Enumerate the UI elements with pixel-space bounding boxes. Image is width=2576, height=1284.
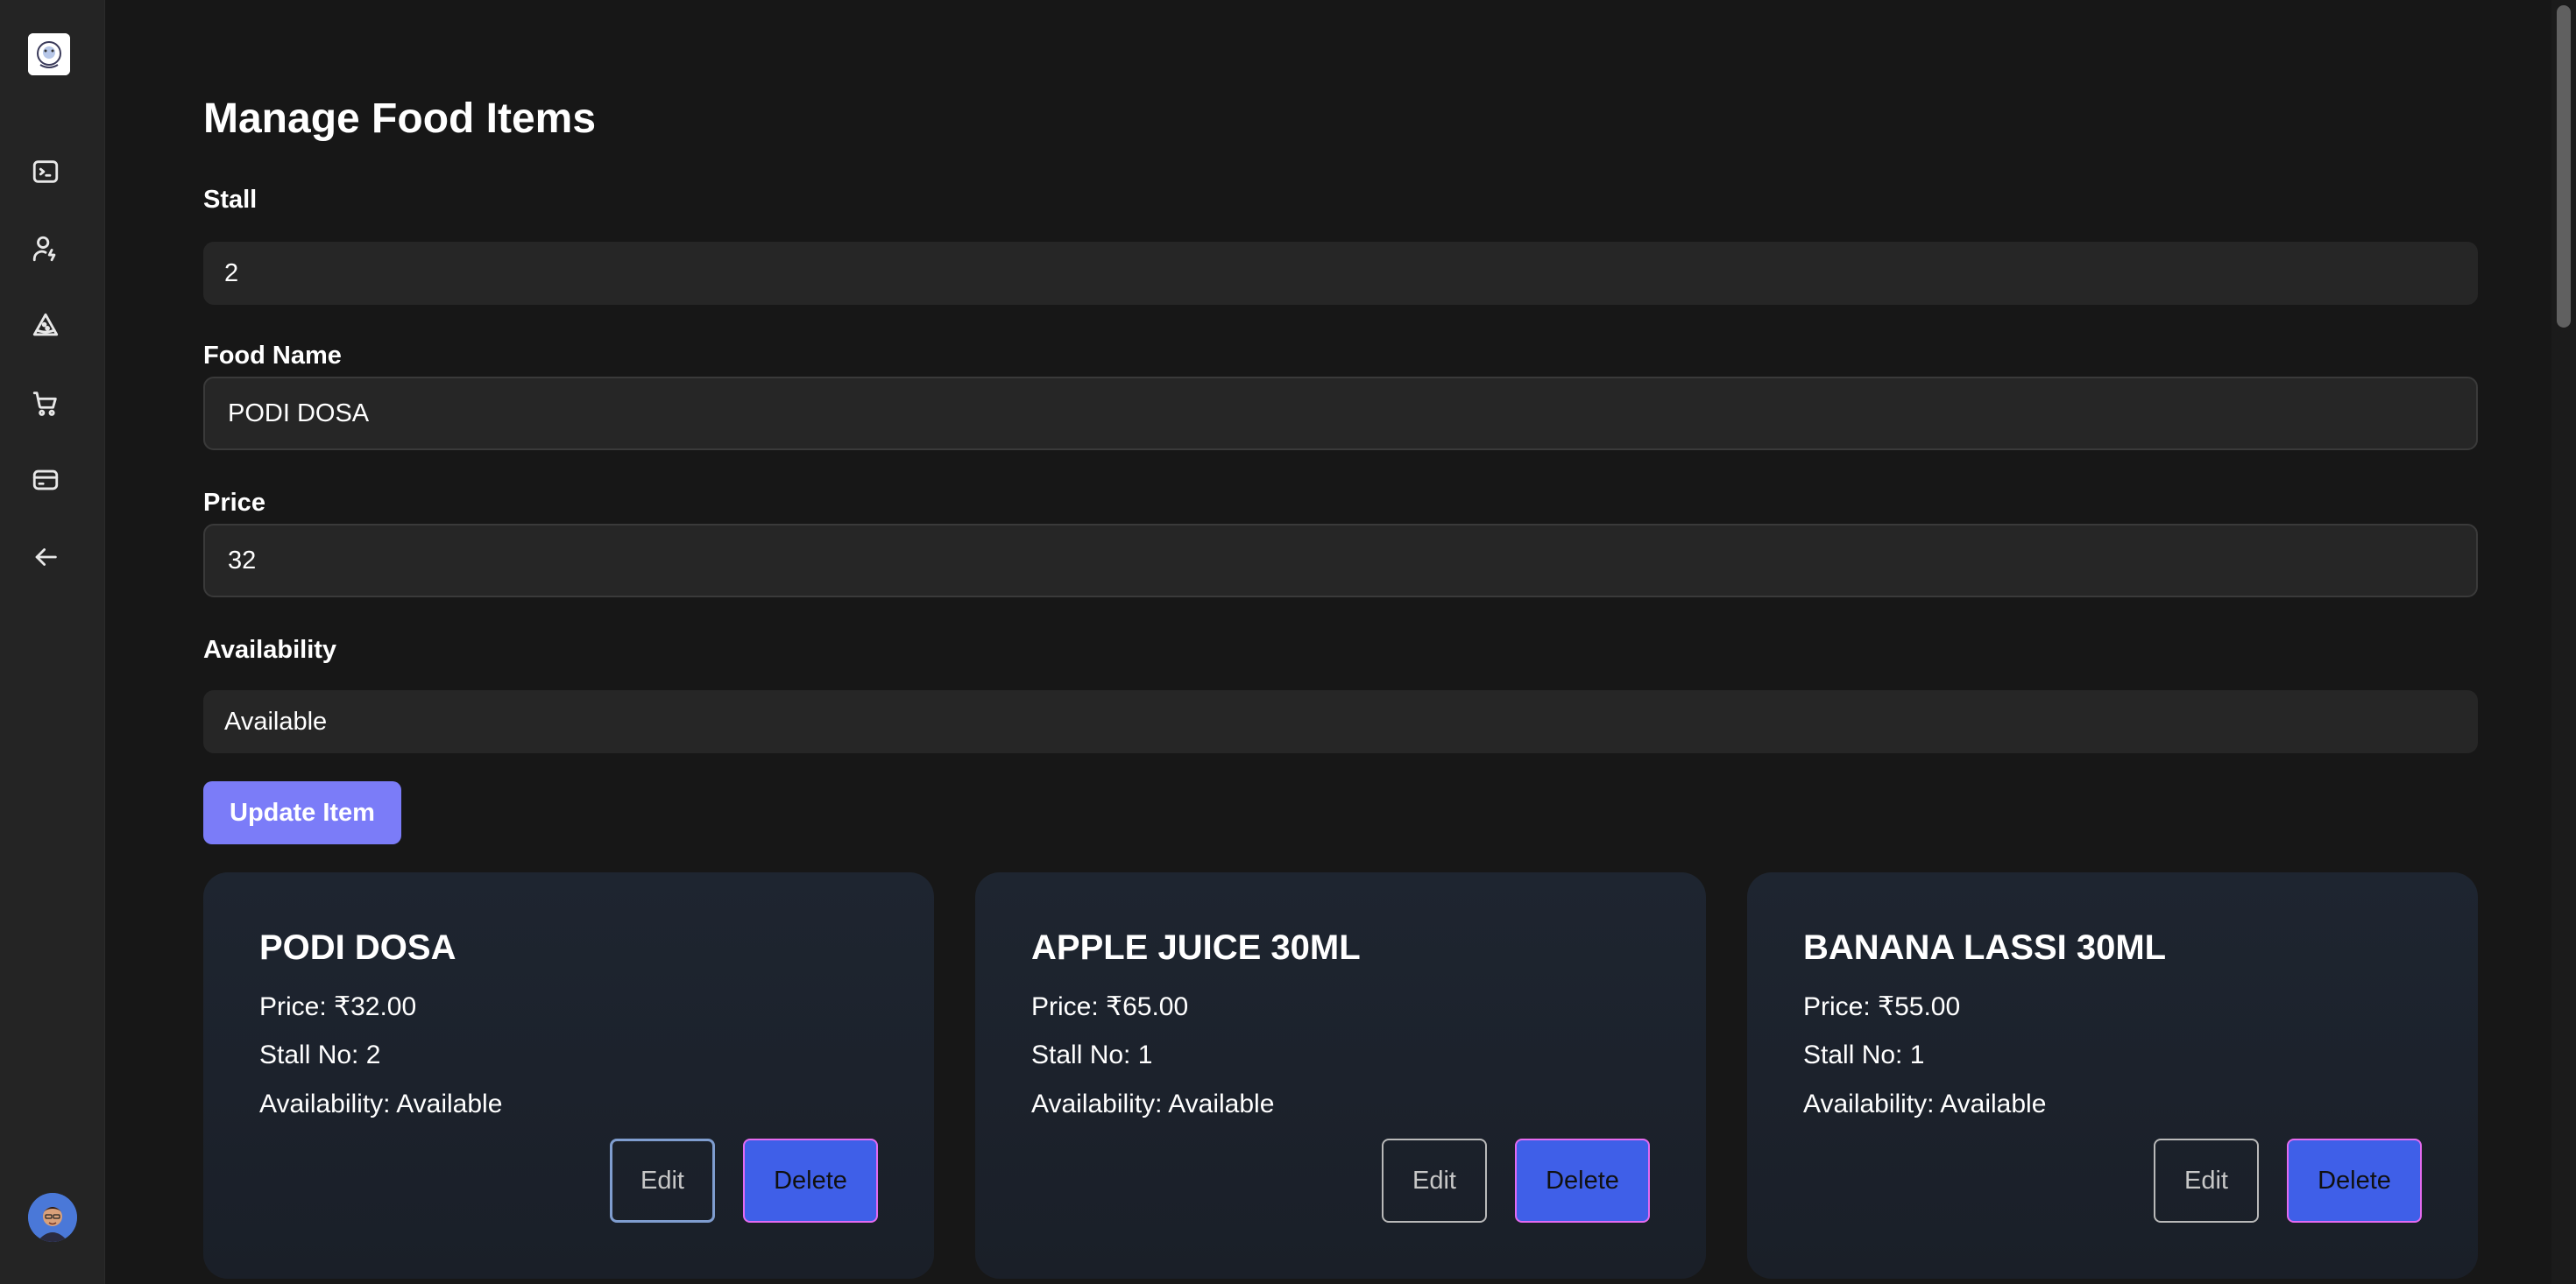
pizza-slice-icon	[32, 313, 59, 336]
delete-button[interactable]: Delete	[2287, 1139, 2422, 1223]
food-card-availability: Availability: Available	[1803, 1090, 2047, 1118]
edit-button[interactable]: Edit	[610, 1139, 715, 1223]
sidebar-item-users[interactable]	[26, 229, 65, 268]
food-name-label: Food Name	[203, 342, 342, 370]
app-logo[interactable]	[28, 33, 70, 75]
food-card-price: Price: ₹65.00	[1031, 992, 1189, 1021]
page-title: Manage Food Items	[203, 95, 597, 142]
cart-icon	[32, 392, 57, 416]
stall-select[interactable]: 2	[203, 242, 2478, 305]
arrow-left-icon	[35, 548, 57, 566]
delete-button[interactable]: Delete	[743, 1139, 878, 1223]
food-card-stall: Stall No: 1	[1803, 1041, 1925, 1069]
price-label: Price	[203, 489, 265, 517]
app-root: Manage Food Items Stall 2 Food Name Pric…	[0, 0, 2576, 1284]
scrollbar-thumb[interactable]	[2557, 5, 2571, 328]
food-card-price: Price: ₹32.00	[259, 992, 417, 1021]
credit-card-icon	[32, 469, 59, 490]
food-name-input[interactable]	[203, 377, 2478, 450]
food-card: PODI DOSA Price: ₹32.00 Stall No: 2 Avai…	[203, 872, 934, 1279]
price-input[interactable]	[203, 524, 2478, 597]
availability-select[interactable]: Available	[203, 690, 2478, 753]
logo-icon	[28, 33, 70, 75]
edit-button[interactable]: Edit	[2154, 1139, 2259, 1223]
update-item-button[interactable]: Update Item	[203, 781, 401, 844]
stall-label: Stall	[203, 186, 258, 214]
sidebar	[0, 0, 105, 1284]
food-card-name: BANANA LASSI 30ML	[1803, 928, 2167, 967]
delete-button[interactable]: Delete	[1515, 1139, 1650, 1223]
user-settings-icon	[32, 236, 56, 262]
avatar-image	[28, 1193, 77, 1242]
availability-label: Availability	[203, 636, 337, 664]
terminal-icon	[32, 160, 59, 183]
availability-select-value: Available	[224, 707, 328, 736]
food-card-stall: Stall No: 1	[1031, 1041, 1153, 1069]
sidebar-item-back[interactable]	[26, 538, 65, 576]
sidebar-item-payments[interactable]	[26, 461, 65, 499]
food-card-name: APPLE JUICE 30ML	[1031, 928, 1361, 967]
food-card: APPLE JUICE 30ML Price: ₹65.00 Stall No:…	[975, 872, 1706, 1279]
food-card-availability: Availability: Available	[1031, 1090, 1275, 1118]
stall-select-value: 2	[224, 258, 239, 287]
sidebar-item-food[interactable]	[26, 307, 65, 345]
food-card-price: Price: ₹55.00	[1803, 992, 1961, 1021]
food-card-stall: Stall No: 2	[259, 1041, 381, 1069]
sidebar-item-dashboard[interactable]	[26, 152, 65, 191]
food-card-availability: Availability: Available	[259, 1090, 503, 1118]
user-avatar[interactable]	[28, 1193, 77, 1242]
page-scrollbar[interactable]	[2551, 0, 2576, 1284]
food-card: BANANA LASSI 30ML Price: ₹55.00 Stall No…	[1747, 872, 2478, 1279]
sidebar-item-orders[interactable]	[26, 384, 65, 422]
edit-button[interactable]: Edit	[1382, 1139, 1487, 1223]
food-card-name: PODI DOSA	[259, 928, 456, 967]
